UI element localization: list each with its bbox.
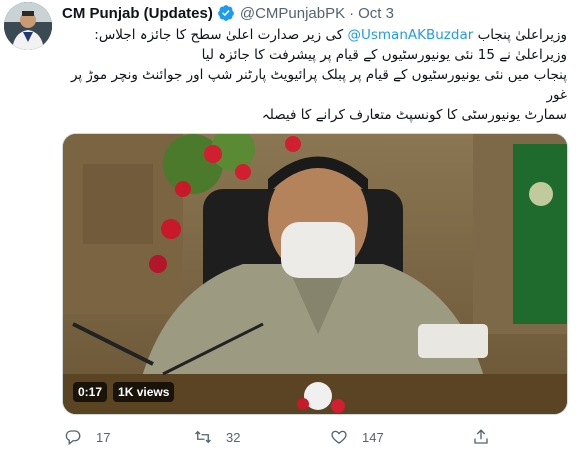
- video-duration: 0:17: [73, 382, 108, 402]
- like-button[interactable]: 147: [330, 428, 384, 446]
- like-count: 147: [362, 429, 384, 445]
- tweet-actions: 17 32 147: [62, 426, 512, 448]
- share-button[interactable]: [472, 428, 490, 446]
- share-icon: [474, 429, 488, 444]
- retweet-button[interactable]: 32: [194, 428, 240, 446]
- tweet-text: وزیراعلیٰ پنجاب @UsmanAKBuzdar کی زیر صد…: [62, 25, 567, 125]
- tweet-date[interactable]: Oct 3: [358, 5, 394, 22]
- tweet-line-2: وزیراعلیٰ نے 15 نئی یونیورسٹیوں کے قیام …: [201, 47, 567, 63]
- avatar[interactable]: [4, 2, 52, 50]
- author-name[interactable]: CM Punjab (Updates): [62, 5, 213, 22]
- reply-count: 17: [96, 429, 111, 445]
- tweet-line-3: پنجاب میں نئی یونیورسٹیوں کے قیام پر پبل…: [70, 67, 567, 103]
- tweet-line-4: سمارٹ یونیورسٹی کا کونسپٹ متعارف کرانے ک…: [261, 107, 567, 123]
- tweet-line-1-prefix: وزیراعلیٰ پنجاب: [477, 27, 567, 43]
- tweet[interactable]: CM Punjab (Updates) @CMPunjabPK · Oct 3 …: [0, 0, 583, 453]
- verified-badge-icon: [217, 5, 234, 21]
- video-frame: [63, 134, 567, 414]
- reply-button[interactable]: 17: [64, 428, 110, 446]
- tweet-line-1: وزیراعلیٰ پنجاب @UsmanAKBuzdar کی زیر صد…: [62, 25, 567, 45]
- video-player[interactable]: 0:17 1K views: [62, 133, 568, 415]
- reply-icon: [65, 430, 81, 446]
- heart-icon: [331, 430, 347, 444]
- video-views: 1K views: [113, 382, 175, 402]
- tweet-line-1-suffix: کی زیر صدارت اعلیٰ سطح کا جائزہ اجلاس:: [94, 27, 344, 43]
- retweet-count: 32: [226, 429, 241, 445]
- profile-photo: [4, 2, 52, 50]
- tweet-header: CM Punjab (Updates) @CMPunjabPK · Oct 3: [62, 3, 394, 23]
- separator-dot: ·: [349, 4, 355, 22]
- author-handle[interactable]: @CMPunjabPK: [240, 5, 345, 22]
- mention-link[interactable]: @UsmanAKBuzdar: [347, 27, 473, 43]
- video-meta: 0:17 1K views: [73, 382, 175, 402]
- retweet-icon: [195, 430, 211, 444]
